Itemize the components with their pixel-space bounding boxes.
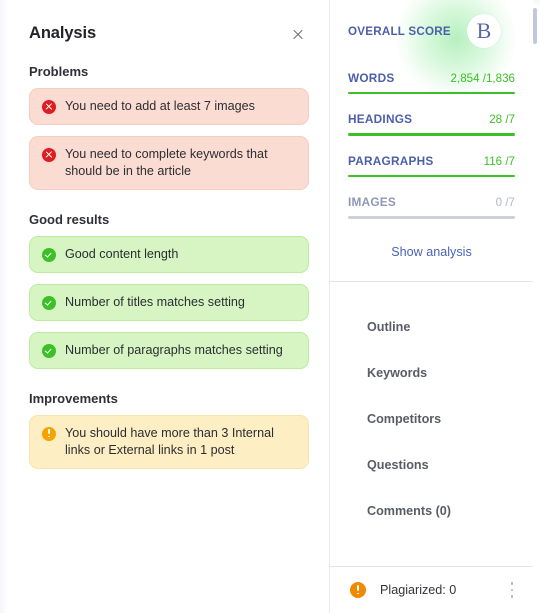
alert-text: You need to add at least 7 images (65, 99, 255, 113)
metric-paragraphs: PARAGRAPHS 116 /7 (348, 145, 515, 178)
alert-text: Number of titles matches setting (65, 295, 245, 309)
metric-value: 0 /7 (495, 196, 515, 210)
analysis-panel-root: Analysis Problems You need to add at lea… (0, 0, 540, 613)
sidebar-item-questions[interactable]: Questions (348, 442, 515, 488)
check-circle-icon (42, 295, 56, 310)
alert-text: You need to complete keywords that shoul… (65, 147, 268, 178)
score-right-panel: OVERALL SCORE B WORDS 2,854 /1,836 HEADI… (330, 0, 533, 613)
alert-text: Good content length (65, 247, 179, 261)
sidebar-item-outline[interactable]: Outline (348, 304, 515, 350)
section-label-problems: Problems (29, 64, 89, 79)
metric-value: 28 /7 (489, 113, 515, 127)
metric-progress-bar (348, 174, 515, 178)
sidebar-item-keywords[interactable]: Keywords (348, 350, 515, 396)
alert-item: Good content length (29, 236, 309, 273)
metric-label: PARAGRAPHS (348, 153, 434, 168)
sidebar-item-comments[interactable]: Comments (0) (348, 488, 515, 534)
section-label-improvements: Improvements (29, 391, 118, 406)
close-icon[interactable] (289, 26, 307, 44)
page-left-edge (0, 0, 9, 613)
metrics-list: OVERALL SCORE B WORDS 2,854 /1,836 HEADI… (330, 0, 533, 281)
metric-words: WORDS 2,854 /1,836 (348, 62, 515, 95)
kebab-menu-icon[interactable] (505, 581, 519, 599)
alert-item: You need to complete keywords that shoul… (29, 136, 309, 190)
metric-value: 116 /7 (483, 154, 515, 168)
check-circle-icon (42, 343, 56, 358)
warning-circle-icon (42, 426, 56, 441)
overall-score-grade: B (476, 18, 492, 43)
metric-progress-bar (348, 92, 515, 95)
error-circle-icon (42, 147, 56, 162)
metric-progress-bar (348, 216, 515, 219)
metric-label: WORDS (348, 71, 395, 85)
show-analysis-link[interactable]: Show analysis (391, 245, 472, 259)
plagiarized-status: Plagiarized: 0 (380, 583, 457, 597)
analysis-left-panel: Analysis Problems You need to add at lea… (9, 0, 329, 613)
analysis-header: Analysis (29, 0, 309, 44)
metric-label: IMAGES (348, 195, 397, 210)
alert-item: You need to add at least 7 images (29, 88, 309, 125)
overall-score-label: OVERALL SCORE (348, 24, 451, 38)
metric-value: 2,854 /1,836 (450, 72, 515, 85)
metric-images: IMAGES 0 /7 (348, 186, 515, 219)
overall-score-badge: B (467, 14, 501, 48)
alert-item: Number of titles matches setting (29, 284, 309, 321)
overall-score-row: OVERALL SCORE B (348, 0, 515, 62)
check-circle-icon (42, 247, 56, 262)
vertical-scrollbar[interactable] (532, 0, 539, 613)
warning-circle-icon (350, 582, 366, 598)
alert-text: Number of paragraphs matches setting (65, 343, 283, 357)
error-circle-icon (42, 99, 56, 114)
metric-label: HEADINGS (348, 112, 413, 127)
section-label-good-results: Good results (29, 212, 110, 227)
alert-item: Number of paragraphs matches setting (29, 332, 309, 369)
side-nav-list: Outline Keywords Competitors Questions C… (330, 282, 533, 534)
plagiarism-footer: Plagiarized: 0 (330, 566, 533, 613)
page-title: Analysis (29, 24, 97, 42)
sidebar-item-competitors[interactable]: Competitors (348, 396, 515, 442)
show-analysis-row: Show analysis (348, 228, 515, 281)
scrollbar-thumb[interactable] (533, 8, 537, 44)
metric-headings: HEADINGS 28 /7 (348, 103, 515, 136)
alert-item: You should have more than 3 Internal lin… (29, 415, 309, 469)
alert-text: You should have more than 3 Internal lin… (65, 426, 274, 457)
metric-progress-bar (348, 133, 515, 136)
